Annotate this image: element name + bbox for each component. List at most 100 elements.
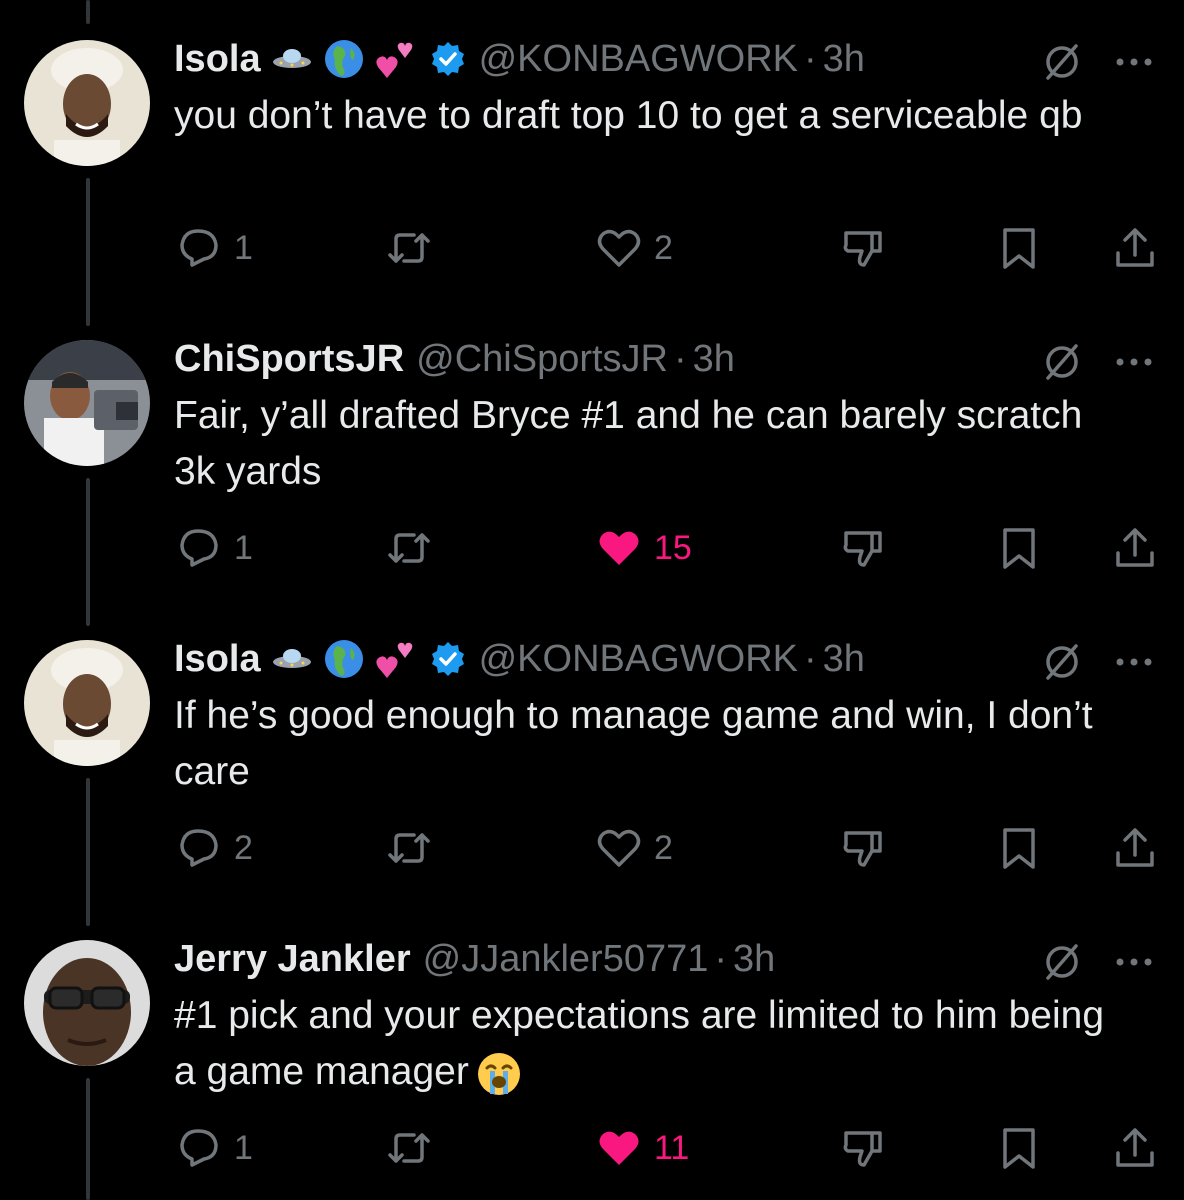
bookmark-button[interactable] [996,1120,1042,1176]
like-button[interactable]: 2 [596,220,673,276]
verified-badge-icon[interactable] [429,640,467,678]
like-count: 11 [654,1128,690,1167]
bookmark-icon [1003,528,1035,569]
reply-icon [180,529,218,567]
reply-button[interactable]: 1 [176,220,253,276]
bookmark-button[interactable] [996,820,1042,876]
more-options-icon[interactable] [1112,652,1156,672]
tweet-header: Isola @KONBAGWORK · 3h [174,636,865,682]
reply-button[interactable]: 2 [176,820,253,876]
tweet-header: ChiSportsJR @ChiSportsJR · 3h [174,336,735,382]
retweet-button[interactable] [386,520,432,576]
tweet-header: Jerry Jankler @JJankler50771 · 3h [174,936,775,982]
downvote-button[interactable] [840,1120,886,1176]
loudly-crying-face-icon [477,1052,520,1095]
bookmark-button[interactable] [996,220,1042,276]
avatar[interactable] [24,640,150,766]
like-count: 15 [654,528,692,567]
reply-icon [180,229,218,267]
action-bar: 1 15 [0,520,1184,576]
share-button[interactable] [1112,820,1158,876]
share-button[interactable] [1112,220,1158,276]
like-button[interactable]: 15 [596,520,692,576]
grok-icon[interactable] [1040,340,1084,384]
reply-count: 1 [234,228,253,267]
action-bar: 1 11 [0,1120,1184,1176]
share-button[interactable] [1112,520,1158,576]
avatar[interactable] [24,340,150,466]
share-icon [1116,828,1154,867]
heart-icon [597,829,641,867]
thumbs-down-icon [843,831,882,867]
two-hearts-icon [375,638,417,680]
downvote-button[interactable] [840,820,886,876]
like-button[interactable]: 2 [596,820,673,876]
globe-icon [323,638,365,680]
user-handle[interactable]: @JJankler50771 [423,938,709,981]
thumbs-down-icon [843,231,882,267]
retweet-button[interactable] [386,220,432,276]
bookmark-button[interactable] [996,520,1042,576]
heart-icon [597,229,641,267]
user-handle[interactable]: @ChiSportsJR [416,338,668,381]
share-icon [1116,528,1154,567]
globe-icon [323,38,365,80]
retweet-button[interactable] [386,820,432,876]
more-options-icon[interactable] [1112,52,1156,72]
timestamp[interactable]: 3h [693,338,735,381]
like-button[interactable]: 11 [596,1120,689,1176]
user-handle[interactable]: @KONBAGWORK [479,638,798,681]
share-icon [1116,1128,1154,1167]
retweet-icon [388,1133,430,1163]
two-hearts-icon [375,38,417,80]
downvote-button[interactable] [840,220,886,276]
tweet-header: Isola @KONBAGWORK · 3h [174,36,865,82]
reply-button[interactable]: 1 [176,1120,253,1176]
tweet[interactable]: Isola @KONBAGWORK · 3h If he’s good enou… [0,600,1184,900]
avatar[interactable] [24,40,150,166]
verified-badge-icon[interactable] [429,40,467,78]
separator-dot: · [804,37,817,80]
heart-filled-icon [599,531,639,565]
grok-icon[interactable] [1040,940,1084,984]
tweet-text: you don’t have to draft top 10 to get a … [174,88,1134,144]
more-options-icon[interactable] [1112,352,1156,372]
display-name[interactable]: Isola [174,38,261,81]
action-bar: 2 2 [0,820,1184,876]
share-icon [1116,228,1154,267]
timestamp[interactable]: 3h [733,938,775,981]
reply-count: 1 [234,528,253,567]
reply-count: 1 [234,1128,253,1167]
tweet[interactable]: Isola @KONBAGWORK · 3h you don’t have to… [0,0,1184,300]
tweet-text-content: If he’s good enough to manage game and w… [174,694,1093,793]
thumbs-down-icon [843,531,882,567]
bookmark-icon [1003,228,1035,269]
retweet-icon [388,233,430,263]
tweet-text-content: #1 pick and your expectations are limite… [174,994,1105,1093]
reply-icon [180,1129,218,1167]
downvote-button[interactable] [840,520,886,576]
user-handle[interactable]: @KONBAGWORK [479,38,798,81]
grok-icon[interactable] [1040,40,1084,84]
more-options-icon[interactable] [1112,952,1156,972]
timestamp[interactable]: 3h [823,38,865,81]
tweet-text: #1 pick and your expectations are limite… [174,988,1134,1100]
heart-filled-icon [599,1131,639,1165]
separator-dot: · [804,637,817,680]
tweet[interactable]: ChiSportsJR @ChiSportsJR · 3h Fair, y’al… [0,300,1184,600]
display-name[interactable]: Jerry Jankler [174,938,411,981]
bookmark-icon [1003,1128,1035,1169]
separator-dot: · [714,937,728,980]
grok-icon[interactable] [1040,640,1084,684]
thumbs-down-icon [843,1131,882,1167]
like-count: 2 [654,228,673,267]
avatar[interactable] [24,940,150,1066]
display-name[interactable]: ChiSportsJR [174,338,404,381]
retweet-button[interactable] [386,1120,432,1176]
tweet[interactable]: Jerry Jankler @JJankler50771 · 3h #1 pic… [0,900,1184,1200]
reply-count: 2 [234,828,253,867]
timestamp[interactable]: 3h [823,638,865,681]
display-name[interactable]: Isola [174,638,261,681]
share-button[interactable] [1112,1120,1158,1176]
reply-button[interactable]: 1 [176,520,253,576]
